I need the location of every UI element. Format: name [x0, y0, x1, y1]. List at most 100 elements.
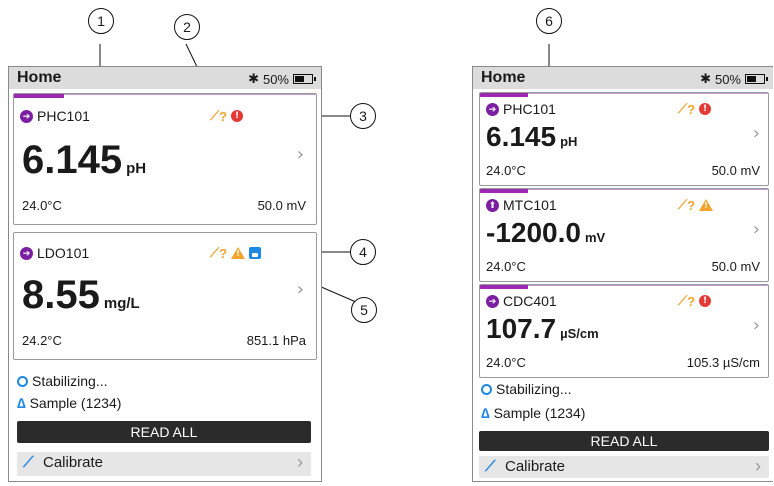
- calibrate-label: Calibrate: [505, 458, 566, 475]
- probe-id: ➔ PHC101: [20, 108, 90, 124]
- callout-1: 1: [88, 8, 114, 34]
- measurement-value: 8.55 mg/L: [22, 273, 140, 317]
- calibrate-label: Calibrate: [43, 454, 104, 471]
- sample-info: ∆ Sample (1234): [481, 405, 585, 421]
- chevron-right-icon: ›: [296, 144, 304, 165]
- probe-card-mtc101[interactable]: ⬆ MTC101 ⟋? ! -1200.0 mV › 24.0°C 50.0 mV: [479, 188, 769, 282]
- probe-card-cdc401[interactable]: ➔ CDC401 ⟋? ! 107.7 µS/cm › 24.0°C 105.3 …: [479, 284, 769, 378]
- calibration-status-icon: ⟋?: [678, 293, 696, 309]
- page-title: Home: [481, 69, 526, 86]
- measurement-unit: pH: [126, 160, 147, 177]
- save-icon: [249, 247, 262, 259]
- stabilizing-status: Stabilizing...: [481, 381, 571, 397]
- probe-label: PHC101: [503, 101, 556, 117]
- right-screen: Home ✱ 50% ➔ PHC101 ⟋? ! 6.145 pH › 24.0°…: [472, 66, 773, 482]
- chevron-right-icon: ›: [752, 123, 760, 144]
- temperature: 24.0°C: [486, 259, 526, 274]
- measurement-value: -1200.0 mV: [486, 217, 606, 248]
- probe-card-ldo101[interactable]: ➔ LDO101 ⟋? ! 8.55 mg/L › 24.2°C 851.1 hP…: [13, 232, 317, 360]
- callout-4: 4: [350, 239, 376, 265]
- battery-icon: [293, 74, 316, 84]
- calibration-status-icon: ⟋?: [678, 197, 696, 213]
- probe-label: CDC401: [503, 293, 557, 309]
- probe-icon: ➔: [20, 246, 33, 260]
- callout-2: 2: [174, 14, 200, 40]
- probe-id: ➔ CDC401: [486, 293, 557, 309]
- probe-icon: ⬆: [486, 198, 499, 212]
- secondary-reading: 50.0 mV: [257, 198, 306, 213]
- secondary-reading: 851.1 hPa: [246, 333, 306, 348]
- progress-bar: [480, 189, 528, 193]
- measurement-unit: mV: [584, 230, 606, 245]
- chevron-right-icon: ›: [752, 219, 760, 240]
- warning-icon: !: [699, 199, 714, 211]
- probe-id: ➔ LDO101: [20, 245, 89, 261]
- page-title: Home: [17, 69, 62, 86]
- flask-icon: ∆: [481, 405, 490, 421]
- calibrate-icon: ⟋: [485, 458, 496, 475]
- progress-bar: [480, 285, 528, 289]
- clock-icon: [17, 375, 28, 387]
- calibrate-button[interactable]: ⟋ Calibrate ›: [479, 456, 769, 478]
- stabilizing-label: Stabilizing...: [32, 373, 108, 389]
- callout-5: 5: [351, 297, 377, 323]
- bluetooth-icon: ✱: [700, 71, 711, 86]
- sample-label: Sample (1234): [493, 405, 586, 421]
- status-icons: ⟋? !: [678, 197, 714, 213]
- error-icon: !: [231, 110, 244, 122]
- probe-id: ➔ PHC101: [486, 101, 556, 117]
- status-bar: Home ✱ 50%: [9, 67, 321, 89]
- read-all-button[interactable]: READ ALL: [17, 421, 311, 443]
- measurement-value: 6.145 pH: [486, 121, 578, 152]
- battery-level: 50%: [714, 71, 741, 87]
- error-icon: !: [699, 295, 712, 307]
- secondary-reading: 50.0 mV: [711, 259, 760, 274]
- battery-level: 50%: [262, 71, 289, 87]
- probe-icon: ➔: [486, 294, 499, 308]
- measurement-unit: µS/cm: [560, 326, 599, 341]
- progress-bar: [14, 94, 64, 98]
- measurement-value: 6.145 pH: [22, 138, 147, 182]
- measurement-unit: pH: [560, 134, 578, 149]
- calibration-status-icon: ⟋?: [210, 245, 228, 261]
- calibration-status-icon: ⟋?: [678, 101, 696, 117]
- probe-icon: ➔: [20, 109, 33, 123]
- calibrate-button[interactable]: ⟋ Calibrate ›: [17, 452, 311, 476]
- status-indicators: ✱ 50%: [248, 71, 316, 87]
- left-screen: Home ✱ 50% ➔ PHC101 ⟋? ! 6.145 pH › 24.0°…: [8, 66, 322, 482]
- stabilizing-label: Stabilizing...: [496, 381, 572, 397]
- callout-3: 3: [350, 103, 376, 129]
- probe-icon: ➔: [486, 102, 499, 116]
- read-all-button[interactable]: READ ALL: [479, 431, 769, 451]
- bluetooth-icon: ✱: [248, 71, 259, 86]
- temperature: 24.0°C: [486, 163, 526, 178]
- chevron-right-icon: ›: [297, 452, 303, 472]
- chevron-right-icon: ›: [752, 315, 760, 336]
- flask-icon: ∆: [17, 395, 26, 411]
- probe-card-phc101[interactable]: ➔ PHC101 ⟋? ! 6.145 pH › 24.0°C 50.0 mV: [13, 93, 317, 225]
- measurement-value: 107.7 µS/cm: [486, 313, 599, 344]
- callout-6: 6: [536, 8, 562, 34]
- measurement-unit: mg/L: [103, 295, 140, 312]
- status-icons: ⟋? !: [678, 101, 712, 117]
- probe-card-phc101[interactable]: ➔ PHC101 ⟋? ! 6.145 pH › 24.0°C 50.0 mV: [479, 92, 769, 186]
- chevron-right-icon: ›: [296, 279, 304, 300]
- progress-bar: [480, 93, 528, 97]
- secondary-reading: 105.3 µS/cm: [686, 355, 760, 370]
- status-indicators: ✱ 50%: [700, 71, 768, 87]
- probe-label: LDO101: [37, 245, 90, 261]
- secondary-reading: 50.0 mV: [711, 163, 760, 178]
- clock-icon: [481, 383, 492, 395]
- warning-icon: !: [231, 247, 246, 259]
- status-bar: Home ✱ 50%: [473, 67, 773, 89]
- probe-id: ⬆ MTC101: [486, 197, 557, 213]
- sample-info: ∆ Sample (1234): [17, 395, 121, 411]
- calibrate-icon: ⟋: [23, 454, 34, 471]
- probe-label: PHC101: [37, 108, 90, 124]
- battery-icon: [745, 74, 768, 84]
- temperature: 24.0°C: [486, 355, 526, 370]
- temperature: 24.0°C: [22, 198, 62, 213]
- calibration-status-icon: ⟋?: [210, 108, 228, 124]
- temperature: 24.2°C: [22, 333, 62, 348]
- status-icons: ⟋? !: [678, 293, 712, 309]
